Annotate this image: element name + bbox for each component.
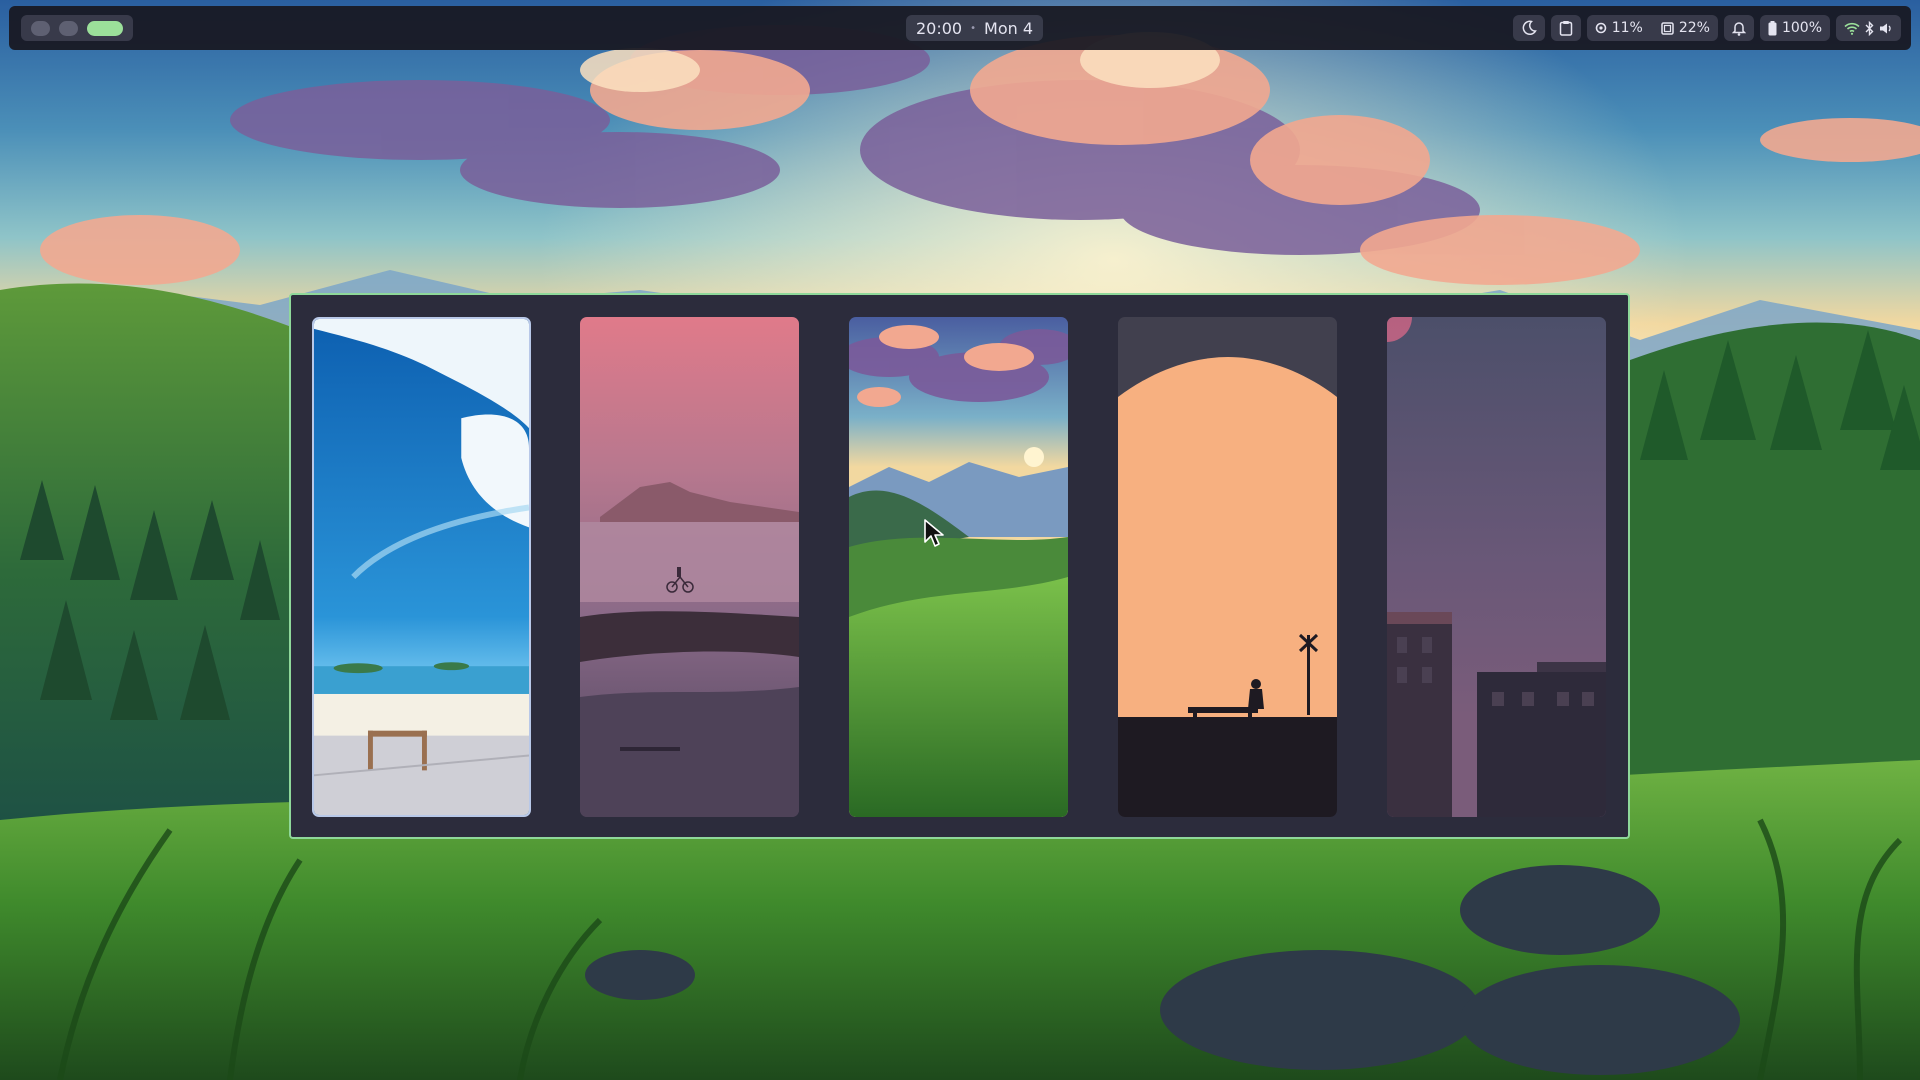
notifications-button[interactable] bbox=[1723, 15, 1754, 41]
wallpaper-card-orange-sun[interactable] bbox=[1118, 317, 1337, 817]
system-tray: 11% 22% 100% bbox=[1512, 15, 1901, 41]
wallpaper-card-purple-dusk[interactable] bbox=[1387, 317, 1606, 817]
cpu-usage[interactable]: 11% 22% bbox=[1586, 15, 1718, 41]
wallpaper-card-mountain-valley[interactable] bbox=[849, 317, 1068, 817]
clipboard-button[interactable] bbox=[1550, 15, 1581, 41]
battery-icon bbox=[1768, 20, 1777, 36]
cpu-usage-value: 11% bbox=[1611, 20, 1643, 36]
wallpaper-card-pink-lake[interactable] bbox=[580, 317, 799, 817]
mouse-cursor-icon bbox=[923, 518, 945, 548]
cpu-icon bbox=[1595, 22, 1607, 34]
volume-icon[interactable] bbox=[1879, 22, 1893, 35]
workspace-2-indicator[interactable] bbox=[59, 20, 78, 36]
clock-date: Mon 4 bbox=[984, 18, 1034, 38]
battery-value: 100% bbox=[1781, 20, 1822, 36]
wallpaper-picker bbox=[289, 293, 1630, 839]
bell-icon bbox=[1731, 20, 1746, 36]
top-bar: 20:00 • Mon 4 11% 22% 100% bbox=[9, 6, 1911, 50]
workspace-1-indicator[interactable] bbox=[31, 20, 50, 36]
battery-status[interactable]: 100% bbox=[1759, 15, 1830, 41]
clipboard-icon bbox=[1559, 20, 1573, 36]
wallpaper-card-beach-sky[interactable] bbox=[312, 317, 531, 817]
memory-usage-value: 22% bbox=[1678, 20, 1710, 36]
workspace-3-indicator[interactable] bbox=[87, 20, 123, 36]
night-mode-button[interactable] bbox=[1512, 15, 1545, 41]
bluetooth-icon[interactable] bbox=[1865, 20, 1874, 36]
clock-widget[interactable]: 20:00 • Mon 4 bbox=[906, 15, 1044, 41]
workspace-switcher bbox=[21, 15, 133, 41]
moon-icon bbox=[1521, 20, 1537, 36]
connectivity-controls[interactable] bbox=[1836, 15, 1901, 41]
memory-icon bbox=[1661, 21, 1674, 35]
clock-time: 20:00 bbox=[916, 18, 963, 38]
wifi-icon[interactable] bbox=[1844, 22, 1860, 35]
clock-separator: • bbox=[970, 22, 977, 34]
